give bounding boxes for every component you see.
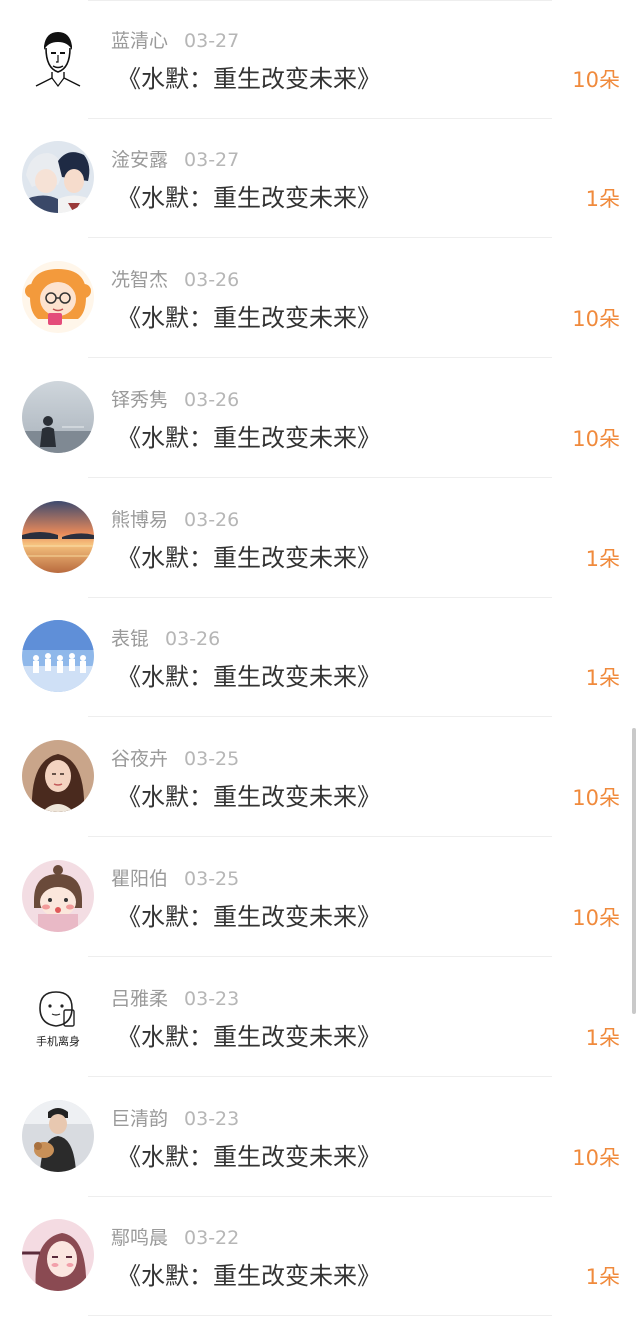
book-title[interactable]: 《水默：重生改变未来》 bbox=[117, 780, 381, 814]
record-date: 03-27 bbox=[184, 30, 240, 52]
list-item[interactable]: 铎秀隽 03-26 《水默：重生改变未来》 10朵 bbox=[0, 359, 640, 478]
username[interactable]: 谷夜卉 bbox=[111, 748, 168, 770]
list-item[interactable]: 手机离身 吕雅柔 03-23 《水默：重生改变未来》 1朵 bbox=[0, 958, 640, 1077]
record-date: 03-26 bbox=[184, 389, 240, 411]
gift-record-list: 蓝清心 03-27 《水默：重生改变未来》 10朵 淦安露 03-27 《水默：重生… bbox=[0, 0, 640, 1320]
flower-amount: 10朵 bbox=[572, 786, 620, 810]
book-title[interactable]: 《水默：重生改变未来》 bbox=[117, 900, 381, 934]
book-title[interactable]: 《水默：重生改变未来》 bbox=[117, 1140, 381, 1174]
book-title[interactable]: 《水默：重生改变未来》 bbox=[117, 301, 381, 335]
record-meta: 巨清韵 03-23 bbox=[111, 1106, 239, 1132]
meme-phone-avatar-icon[interactable]: 手机离身 bbox=[22, 980, 94, 1052]
username[interactable]: 铎秀隽 bbox=[111, 389, 168, 411]
list-item[interactable]: 淦安露 03-27 《水默：重生改变未来》 1朵 bbox=[0, 119, 640, 238]
flower-amount: 10朵 bbox=[572, 307, 620, 331]
record-meta: 表锟 03-26 bbox=[111, 626, 220, 652]
record-meta: 谷夜卉 03-25 bbox=[111, 746, 239, 772]
username[interactable]: 蓝清心 bbox=[111, 30, 168, 52]
username[interactable]: 表锟 bbox=[111, 628, 149, 650]
record-date: 03-25 bbox=[184, 748, 240, 770]
record-date: 03-26 bbox=[165, 628, 221, 650]
book-title[interactable]: 《水默：重生改变未来》 bbox=[117, 421, 381, 455]
stage-group-avatar-icon[interactable] bbox=[22, 620, 94, 692]
record-meta: 熊博易 03-26 bbox=[111, 507, 239, 533]
woman-photo-avatar-icon[interactable] bbox=[22, 740, 94, 812]
list-item[interactable]: 蓝清心 03-27 《水默：重生改变未来》 10朵 bbox=[0, 0, 640, 119]
anime-girl-pink-avatar-icon[interactable] bbox=[22, 1219, 94, 1291]
flower-amount: 10朵 bbox=[572, 1146, 620, 1170]
book-title[interactable]: 《水默：重生改变未来》 bbox=[117, 1020, 381, 1054]
silhouette-girl-avatar-icon[interactable] bbox=[22, 381, 94, 453]
username[interactable]: 鄢鸣晨 bbox=[111, 1227, 168, 1249]
username[interactable]: 巨清韵 bbox=[111, 1108, 168, 1130]
flower-amount: 1朵 bbox=[585, 187, 620, 211]
record-meta: 瞿阳伯 03-25 bbox=[111, 866, 239, 892]
record-date: 03-22 bbox=[184, 1227, 240, 1249]
list-item[interactable]: 谷夜卉 03-25 《水默：重生改变未来》 10朵 bbox=[0, 718, 640, 837]
book-title[interactable]: 《水默：重生改变未来》 bbox=[117, 541, 381, 575]
record-date: 03-25 bbox=[184, 868, 240, 890]
flower-amount: 1朵 bbox=[585, 1026, 620, 1050]
anime-boys-avatar-icon[interactable] bbox=[22, 141, 94, 213]
flower-amount: 1朵 bbox=[585, 547, 620, 571]
book-title[interactable]: 《水默：重生改变未来》 bbox=[117, 62, 381, 96]
record-date: 03-23 bbox=[184, 1108, 240, 1130]
flower-amount: 1朵 bbox=[585, 1265, 620, 1289]
username[interactable]: 瞿阳伯 bbox=[111, 868, 168, 890]
list-item[interactable]: 冼智杰 03-26 《水默：重生改变未来》 10朵 bbox=[0, 239, 640, 358]
book-title[interactable]: 《水默：重生改变未来》 bbox=[117, 660, 381, 694]
username[interactable]: 淦安露 bbox=[111, 149, 168, 171]
anime-girl-glasses-avatar-icon[interactable] bbox=[22, 261, 94, 333]
record-meta: 吕雅柔 03-23 bbox=[111, 986, 239, 1012]
list-item[interactable]: 巨清韵 03-23 《水默：重生改变未来》 10朵 bbox=[0, 1078, 640, 1197]
man-with-dog-avatar-icon[interactable] bbox=[22, 1100, 94, 1172]
list-item[interactable]: 瞿阳伯 03-25 《水默：重生改变未来》 10朵 bbox=[0, 838, 640, 957]
record-date: 03-23 bbox=[184, 988, 240, 1010]
vertical-scrollbar[interactable] bbox=[632, 728, 636, 1014]
list-item[interactable]: 鄢鸣晨 03-22 《水默：重生改变未来》 1朵 bbox=[0, 1197, 640, 1316]
record-meta: 铎秀隽 03-26 bbox=[111, 387, 239, 413]
list-item[interactable]: 表锟 03-26 《水默：重生改变未来》 1朵 bbox=[0, 598, 640, 717]
cartoon-girl-avatar-icon[interactable] bbox=[22, 860, 94, 932]
flower-amount: 10朵 bbox=[572, 427, 620, 451]
username[interactable]: 熊博易 bbox=[111, 509, 168, 531]
svg-text:手机离身: 手机离身 bbox=[36, 1034, 80, 1048]
book-title[interactable]: 《水默：重生改变未来》 bbox=[117, 1259, 381, 1293]
username[interactable]: 吕雅柔 bbox=[111, 988, 168, 1010]
list-item[interactable]: 熊博易 03-26 《水默：重生改变未来》 1朵 bbox=[0, 479, 640, 598]
sketch-man-avatar-icon[interactable] bbox=[22, 22, 94, 94]
record-meta: 鄢鸣晨 03-22 bbox=[111, 1225, 239, 1251]
record-date: 03-26 bbox=[184, 509, 240, 531]
record-meta: 淦安露 03-27 bbox=[111, 147, 239, 173]
flower-amount: 1朵 bbox=[585, 666, 620, 690]
book-title[interactable]: 《水默：重生改变未来》 bbox=[117, 181, 381, 215]
record-date: 03-27 bbox=[184, 149, 240, 171]
record-meta: 冼智杰 03-26 bbox=[111, 267, 239, 293]
username[interactable]: 冼智杰 bbox=[111, 269, 168, 291]
flower-amount: 10朵 bbox=[572, 906, 620, 930]
sunset-sea-avatar-icon[interactable] bbox=[22, 501, 94, 573]
record-meta: 蓝清心 03-27 bbox=[111, 28, 239, 54]
record-date: 03-26 bbox=[184, 269, 240, 291]
flower-amount: 10朵 bbox=[572, 68, 620, 92]
